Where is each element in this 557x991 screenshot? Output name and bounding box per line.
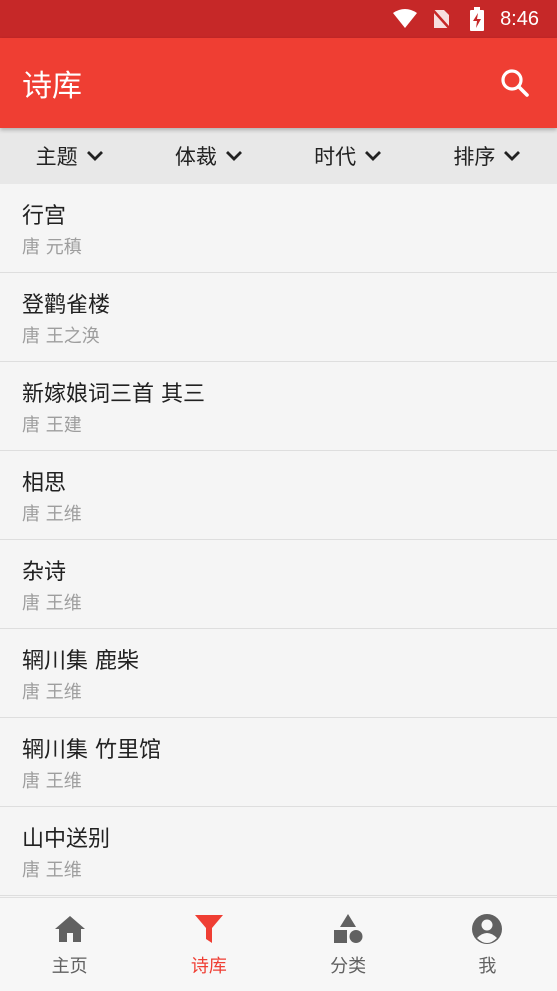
list-item[interactable]: 行宫 唐 元稹 [0, 184, 557, 273]
wifi-icon [392, 8, 418, 30]
filter-bar: 主题 体裁 时代 排序 [0, 128, 557, 184]
list-item[interactable]: 新嫁娘词三首 其三 唐 王建 [0, 362, 557, 451]
poem-author: 唐 元稹 [22, 237, 82, 258]
poem-title: 新嫁娘词三首 其三 [22, 382, 205, 407]
status-time: 8:46 [500, 7, 539, 30]
poem-list: 行宫 唐 元稹 登鹳雀楼 唐 王之涣 新嫁娘词三首 其三 唐 王建 相思 唐 王… [0, 184, 557, 896]
page-title: 诗库 [22, 69, 82, 104]
chevron-down-icon [504, 151, 521, 161]
filter-sort-dropdown[interactable]: 排序 [418, 141, 557, 171]
nav-library[interactable]: 诗库 [139, 898, 278, 991]
app-bar: 诗库 [0, 38, 557, 128]
search-icon [501, 69, 529, 97]
no-sim-icon [428, 8, 454, 30]
list-item[interactable]: 相思 唐 王维 [0, 451, 557, 540]
poem-author: 唐 王维 [22, 771, 82, 792]
filter-era-dropdown[interactable]: 时代 [279, 141, 418, 171]
poem-title: 山中送别 [22, 827, 111, 852]
nav-category[interactable]: 分类 [279, 898, 418, 991]
filter-theme-dropdown[interactable]: 主题 [0, 141, 139, 171]
nav-home[interactable]: 主页 [0, 898, 139, 991]
battery-charging-icon [464, 7, 490, 31]
poem-author: 唐 王维 [22, 860, 82, 881]
chevron-down-icon [86, 151, 103, 161]
chevron-down-icon [225, 151, 242, 161]
nav-label: 诗库 [190, 955, 227, 977]
nav-label: 我 [478, 955, 497, 977]
list-item[interactable]: 辋川集 竹里馆 唐 王维 [0, 718, 557, 807]
shapes-icon [331, 912, 365, 946]
poem-title: 登鹳雀楼 [22, 293, 111, 318]
screen: 8:46 诗库 主题 体裁 时代 排序 行宫 唐 元稹 登鹳雀楼 唐 王之涣 新… [0, 0, 557, 991]
filter-label: 时代 [314, 145, 357, 169]
search-button[interactable] [495, 63, 535, 103]
filter-label: 体裁 [174, 145, 217, 169]
poem-title: 辋川集 竹里馆 [22, 738, 161, 763]
filter-icon [192, 912, 226, 946]
filter-genre-dropdown[interactable]: 体裁 [139, 141, 278, 171]
poem-author: 唐 王建 [22, 415, 82, 436]
status-bar: 8:46 [0, 0, 557, 38]
list-item[interactable]: 登鹳雀楼 唐 王之涣 [0, 273, 557, 362]
list-item[interactable]: 杂诗 唐 王维 [0, 540, 557, 629]
chevron-down-icon [365, 151, 382, 161]
poem-title: 相思 [22, 471, 67, 496]
poem-author: 唐 王维 [22, 593, 82, 614]
poem-author: 唐 王维 [22, 504, 82, 525]
poem-title: 辋川集 鹿柴 [22, 649, 139, 674]
filter-label: 排序 [453, 145, 496, 169]
nav-label: 分类 [330, 955, 367, 977]
poem-author: 唐 王维 [22, 682, 82, 703]
filter-label: 主题 [35, 145, 78, 169]
home-icon [53, 912, 87, 946]
poem-title: 杂诗 [22, 560, 67, 585]
nav-me[interactable]: 我 [418, 898, 557, 991]
account-icon [470, 912, 504, 946]
bottom-nav: 主页 诗库 分类 我 [0, 897, 557, 991]
list-item[interactable]: 山中送别 唐 王维 [0, 807, 557, 896]
poem-title: 行宫 [22, 204, 67, 229]
list-item[interactable]: 辋川集 鹿柴 唐 王维 [0, 629, 557, 718]
nav-label: 主页 [51, 955, 88, 977]
poem-author: 唐 王之涣 [22, 326, 100, 347]
